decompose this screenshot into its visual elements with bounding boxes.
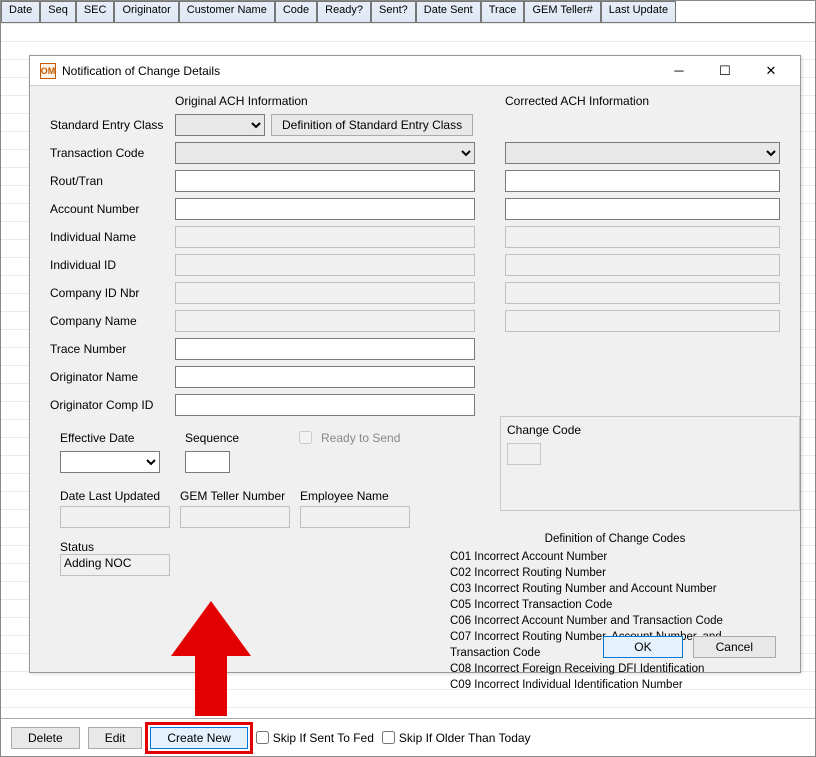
sec-select[interactable] bbox=[175, 114, 265, 136]
ind-id-orig-field bbox=[175, 254, 475, 276]
gem-teller-field bbox=[180, 506, 290, 528]
code-c02: C02 Incorrect Routing Number bbox=[450, 565, 780, 581]
skip-if-sent-input[interactable] bbox=[256, 731, 269, 744]
skip-if-older-input[interactable] bbox=[382, 731, 395, 744]
label-comp-name: Company Name bbox=[50, 314, 175, 328]
skip-if-sent-checkbox[interactable]: Skip If Sent To Fed bbox=[256, 731, 374, 745]
comp-name-corr-field bbox=[505, 310, 780, 332]
section-corrected-heading: Corrected ACH Information bbox=[505, 94, 780, 108]
label-comp-id-nbr: Company ID Nbr bbox=[50, 286, 175, 300]
label-employee-name: Employee Name bbox=[300, 489, 410, 503]
acct-orig-input[interactable] bbox=[175, 198, 475, 220]
status-field: Adding NOC bbox=[60, 554, 170, 576]
code-c06: C06 Incorrect Account Number and Transac… bbox=[450, 613, 780, 629]
label-acct: Account Number bbox=[50, 202, 175, 216]
label-txn-code: Transaction Code bbox=[50, 146, 175, 160]
ready-to-send-checkbox bbox=[299, 431, 312, 444]
label-ready-to-send: Ready to Send bbox=[321, 431, 400, 445]
label-date-last-updated: Date Last Updated bbox=[60, 489, 170, 503]
skip-if-older-label: Skip If Older Than Today bbox=[399, 731, 531, 745]
col-date-sent[interactable]: Date Sent bbox=[416, 1, 481, 22]
ok-button[interactable]: OK bbox=[603, 636, 682, 658]
col-trace[interactable]: Trace bbox=[481, 1, 525, 22]
rout-orig-input[interactable] bbox=[175, 170, 475, 192]
label-effective-date: Effective Date bbox=[60, 431, 175, 445]
col-customer-name[interactable]: Customer Name bbox=[179, 1, 275, 22]
label-orig-comp-id: Originator Comp ID bbox=[50, 398, 175, 412]
txn-code-corr-select[interactable] bbox=[505, 142, 780, 164]
col-originator[interactable]: Originator bbox=[114, 1, 178, 22]
titlebar: OM Notification of Change Details ─ ☐ ✕ bbox=[30, 56, 800, 86]
code-c09: C09 Incorrect Individual Identification … bbox=[450, 677, 780, 693]
label-rout: Rout/Tran bbox=[50, 174, 175, 188]
change-code-field bbox=[507, 443, 541, 465]
label-sec: Standard Entry Class bbox=[50, 118, 175, 132]
col-gem-teller[interactable]: GEM Teller# bbox=[524, 1, 600, 22]
col-date[interactable]: Date bbox=[1, 1, 40, 22]
bottom-toolbar: Delete Edit Create New Skip If Sent To F… bbox=[1, 718, 815, 756]
close-button[interactable]: ✕ bbox=[748, 57, 794, 85]
section-original-heading: Original ACH Information bbox=[175, 94, 475, 108]
acct-corr-input[interactable] bbox=[505, 198, 780, 220]
label-orig-name: Originator Name bbox=[50, 370, 175, 384]
skip-if-older-checkbox[interactable]: Skip If Older Than Today bbox=[382, 731, 531, 745]
code-c03: C03 Incorrect Routing Number and Account… bbox=[450, 581, 780, 597]
txn-code-orig-select[interactable] bbox=[175, 142, 475, 164]
col-sent[interactable]: Sent? bbox=[371, 1, 416, 22]
code-c08: C08 Incorrect Foreign Receiving DFI Iden… bbox=[450, 661, 780, 677]
employee-name-field bbox=[300, 506, 410, 528]
date-last-updated-field bbox=[60, 506, 170, 528]
comp-id-orig-field bbox=[175, 282, 475, 304]
maximize-button[interactable]: ☐ bbox=[702, 57, 748, 85]
change-codes-title: Definition of Change Codes bbox=[450, 531, 780, 547]
noc-details-dialog: OM Notification of Change Details ─ ☐ ✕ … bbox=[29, 55, 801, 673]
column-header-tabs: Date Seq SEC Originator Customer Name Co… bbox=[1, 1, 815, 23]
label-ind-name: Individual Name bbox=[50, 230, 175, 244]
rout-corr-input[interactable] bbox=[505, 170, 780, 192]
ind-name-corr-field bbox=[505, 226, 780, 248]
delete-button[interactable]: Delete bbox=[11, 727, 80, 749]
originator-name-input[interactable] bbox=[175, 366, 475, 388]
label-ind-id: Individual ID bbox=[50, 258, 175, 272]
comp-name-orig-field bbox=[175, 310, 475, 332]
col-last-update[interactable]: Last Update bbox=[601, 1, 676, 22]
label-gem-teller: GEM Teller Number bbox=[180, 489, 290, 503]
originator-comp-id-input[interactable] bbox=[175, 394, 475, 416]
effective-date-select[interactable] bbox=[60, 451, 160, 473]
trace-number-input[interactable] bbox=[175, 338, 475, 360]
definition-sec-button[interactable]: Definition of Standard Entry Class bbox=[271, 114, 473, 136]
code-c05: C05 Incorrect Transaction Code bbox=[450, 597, 780, 613]
edit-button[interactable]: Edit bbox=[88, 727, 143, 749]
col-code[interactable]: Code bbox=[275, 1, 317, 22]
col-seq[interactable]: Seq bbox=[40, 1, 76, 22]
ind-id-corr-field bbox=[505, 254, 780, 276]
col-sec[interactable]: SEC bbox=[76, 1, 115, 22]
annotation-arrow-icon bbox=[171, 601, 251, 731]
minimize-button[interactable]: ─ bbox=[656, 57, 702, 85]
dialog-title: Notification of Change Details bbox=[62, 64, 220, 78]
ind-name-orig-field bbox=[175, 226, 475, 248]
label-trace: Trace Number bbox=[50, 342, 175, 356]
app-icon: OM bbox=[40, 63, 56, 79]
cancel-button[interactable]: Cancel bbox=[693, 636, 776, 658]
col-ready[interactable]: Ready? bbox=[317, 1, 371, 22]
sequence-input[interactable] bbox=[185, 451, 230, 473]
change-code-group: Change Code bbox=[500, 416, 800, 511]
label-change-code: Change Code bbox=[507, 423, 793, 437]
comp-id-corr-field bbox=[505, 282, 780, 304]
change-codes-definition: Definition of Change Codes C01 Incorrect… bbox=[450, 531, 780, 693]
skip-if-sent-label: Skip If Sent To Fed bbox=[273, 731, 374, 745]
code-c01: C01 Incorrect Account Number bbox=[450, 549, 780, 565]
label-sequence: Sequence bbox=[185, 431, 285, 445]
